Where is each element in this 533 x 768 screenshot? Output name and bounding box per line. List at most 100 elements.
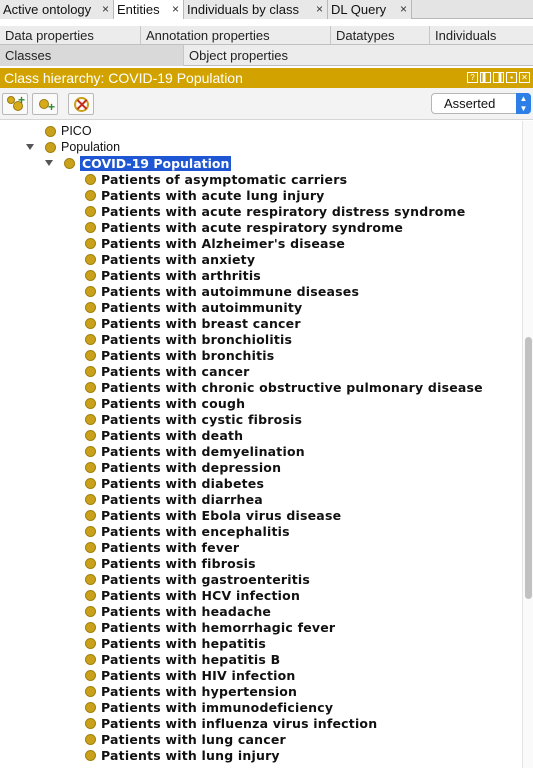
panel-title: Class hierarchy: COVID-19 Population	[4, 70, 243, 86]
class-icon	[85, 349, 96, 361]
tree-node-covid-19-population[interactable]: COVID-19 Population	[64, 155, 232, 171]
tree-node-pico[interactable]: PICO	[45, 123, 92, 139]
class-icon	[85, 365, 96, 377]
tree-node-child[interactable]: Patients with depression	[85, 459, 281, 475]
tree-node-child[interactable]: Patients with hepatitis B	[85, 651, 280, 667]
add-sibling-button[interactable]: +	[32, 93, 58, 115]
tree-node-child[interactable]: Patients with lung injury	[85, 747, 280, 763]
split-right-icon[interactable]: ▐	[493, 72, 504, 83]
class-label: Patients with cancer	[101, 363, 250, 379]
tree-node-child[interactable]: Patients of asymptomatic carriers	[85, 171, 347, 187]
close-icon[interactable]: ×	[316, 2, 323, 16]
tab-individuals-by-class[interactable]: Individuals by class ×	[184, 0, 328, 19]
tree-node-child[interactable]: Patients with acute respiratory syndrome	[85, 219, 403, 235]
class-icon	[85, 221, 96, 233]
tree-node-child[interactable]: Patients with immunodeficiency	[85, 699, 333, 715]
tree-node-child[interactable]: Patients with bronchitis	[85, 347, 274, 363]
entity-tabs-row-1: Data properties Annotation properties Da…	[0, 26, 533, 45]
tree-node-child[interactable]: Patients with death	[85, 427, 243, 443]
tree-node-child[interactable]: Patients with autoimmunity	[85, 299, 302, 315]
class-icon	[85, 493, 96, 505]
class-tree[interactable]: PICO Population COVID-19 Population Pati…	[0, 121, 522, 768]
tab-entities[interactable]: Entities ×	[114, 0, 184, 19]
close-icon[interactable]: ✕	[519, 72, 530, 83]
class-label: Patients with HIV infection	[101, 667, 296, 683]
class-label: Patients with fever	[101, 539, 240, 555]
class-label: Patients with Alzheimer's disease	[101, 235, 346, 251]
expand-triangle-icon[interactable]	[45, 160, 53, 166]
maximize-icon[interactable]: ▪	[506, 72, 517, 83]
class-label: Patients with hemorrhagic fever	[101, 619, 336, 635]
hierarchy-mode-value: Asserted	[444, 96, 496, 111]
tree-node-child[interactable]: Patients with fibrosis	[85, 555, 256, 571]
class-icon	[85, 397, 96, 409]
class-icon	[85, 381, 96, 393]
tree-node-child[interactable]: Patients with HCV infection	[85, 587, 300, 603]
close-icon[interactable]: ×	[400, 2, 407, 16]
tree-node-child[interactable]: Patients with diabetes	[85, 475, 264, 491]
class-icon	[85, 669, 96, 681]
class-label: Patients of asymptomatic carriers	[101, 171, 348, 187]
class-label: Patients with hepatitis	[101, 635, 267, 651]
tree-node-child[interactable]: Patients with acute respiratory distress…	[85, 203, 465, 219]
tree-node-child[interactable]: Patients with arthritis	[85, 267, 261, 283]
class-label: Patients with acute respiratory syndrome	[101, 219, 404, 235]
tree-node-child[interactable]: Patients with cystic fibrosis	[85, 411, 302, 427]
tree-node-child[interactable]: Patients with diarrhea	[85, 491, 263, 507]
class-label: Patients with hepatitis B	[101, 651, 281, 667]
help-icon[interactable]: ?	[467, 72, 478, 83]
expand-triangle-icon[interactable]	[26, 144, 34, 150]
class-label: Patients with encephalitis	[101, 523, 290, 539]
tree-node-child[interactable]: Patients with demyelination	[85, 443, 305, 459]
tab-individuals[interactable]: Individuals	[430, 26, 533, 45]
tree-node-child[interactable]: Patients with gastroenteritis	[85, 571, 310, 587]
tree-node-child[interactable]: Patients with headache	[85, 603, 271, 619]
tree-node-child[interactable]: Patients with breast cancer	[85, 315, 301, 331]
tree-node-child[interactable]: Patients with chronic obstructive pulmon…	[85, 379, 483, 395]
tab-datatypes[interactable]: Datatypes	[331, 26, 430, 45]
class-icon	[85, 573, 96, 585]
tree-node-child[interactable]: Patients with encephalitis	[85, 523, 290, 539]
close-icon[interactable]: ×	[172, 2, 179, 16]
tree-node-child[interactable]: Patients with cough	[85, 395, 245, 411]
tree-node-child[interactable]: Patients with anxiety	[85, 251, 255, 267]
tree-node-child[interactable]: Patients with Alzheimer's disease	[85, 235, 345, 251]
tree-node-child[interactable]: Patients with influenza virus infection	[85, 715, 377, 731]
class-label: Patients with death	[101, 427, 244, 443]
class-hierarchy-titlebar: Class hierarchy: COVID-19 Population ? ▌…	[0, 68, 533, 88]
tree-node-child[interactable]: Patients with fever	[85, 539, 239, 555]
tree-node-population[interactable]: Population	[45, 139, 120, 155]
tree-node-child[interactable]: Patients with autoimmune diseases	[85, 283, 359, 299]
class-icon	[85, 429, 96, 441]
delete-class-button[interactable]	[68, 93, 94, 115]
tab-object-properties[interactable]: Object properties	[184, 45, 533, 66]
tab-classes[interactable]: Classes	[0, 45, 184, 66]
scrollbar-thumb[interactable]	[525, 337, 532, 599]
tab-annotation-properties[interactable]: Annotation properties	[141, 26, 331, 45]
hierarchy-mode-select[interactable]: Asserted ▲ ▼	[431, 93, 531, 114]
add-subclass-button[interactable]: +	[2, 93, 28, 115]
tree-node-child[interactable]: Patients with lung cancer	[85, 731, 286, 747]
class-icon	[85, 557, 96, 569]
class-label: Patients with anxiety	[101, 251, 256, 267]
class-icon	[85, 413, 96, 425]
tab-dl-query[interactable]: DL Query ×	[328, 0, 412, 19]
tab-data-properties[interactable]: Data properties	[0, 26, 141, 45]
class-label: Patients with bronchiolitis	[101, 331, 293, 347]
class-label: Patients with autoimmunity	[101, 299, 303, 315]
tree-node-child[interactable]: Patients with HIV infection	[85, 667, 296, 683]
tree-node-child[interactable]: Patients with cancer	[85, 363, 250, 379]
tree-node-child[interactable]: Patients with hemorrhagic fever	[85, 619, 335, 635]
tab-active-ontology[interactable]: Active ontology ×	[0, 0, 114, 19]
tree-node-child[interactable]: Patients with bronchiolitis	[85, 331, 292, 347]
class-label: Patients with lung cancer	[101, 731, 286, 747]
vertical-scrollbar[interactable]	[522, 121, 533, 768]
split-left-icon[interactable]: ▌	[480, 72, 491, 83]
tree-node-child[interactable]: Patients with acute lung injury	[85, 187, 325, 203]
tree-node-child[interactable]: Patients with hypertension	[85, 683, 297, 699]
close-icon[interactable]: ×	[102, 2, 109, 16]
tree-node-child[interactable]: Patients with hepatitis	[85, 635, 266, 651]
tree-node-child[interactable]: Patients with Ebola virus disease	[85, 507, 341, 523]
class-label: Patients with influenza virus infection	[101, 715, 378, 731]
workspace-tab-bar: Active ontology × Entities × Individuals…	[0, 0, 533, 19]
